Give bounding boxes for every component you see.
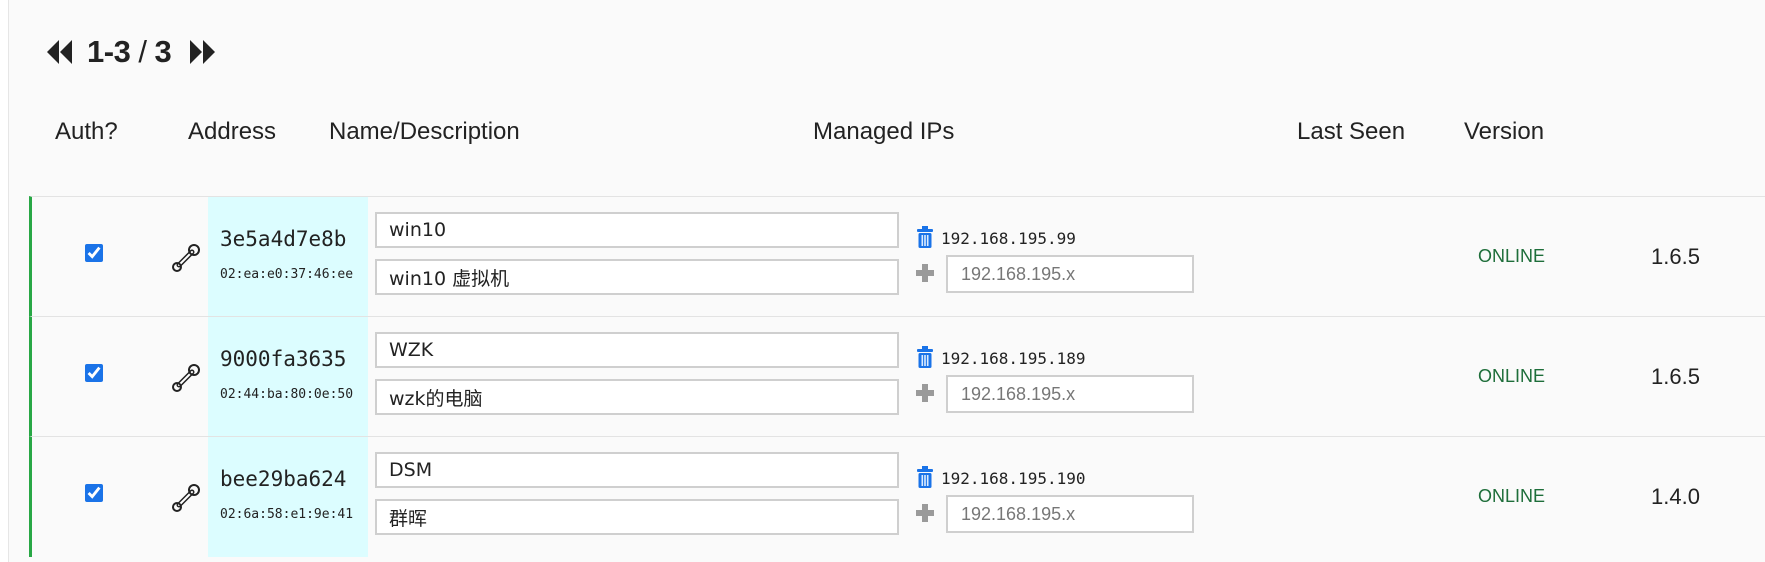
- auth-cell: [85, 484, 105, 504]
- page-total: 3: [154, 34, 172, 69]
- column-header-managed-ips[interactable]: Managed IPs: [813, 118, 954, 146]
- pagination: 1-3/3: [43, 30, 219, 74]
- page-range: 1-3: [87, 34, 131, 69]
- status-online: ONLINE: [1478, 486, 1546, 506]
- node-id: bee29ba624: [220, 467, 347, 491]
- member-name-input[interactable]: [375, 212, 899, 248]
- client-version: 1.6.5: [1651, 244, 1700, 269]
- member-description-input[interactable]: [375, 499, 899, 535]
- mac-address: 02:44:ba:80:0e:50: [220, 387, 354, 402]
- node-id: 3e5a4d7e8b: [220, 227, 347, 251]
- trash-icon[interactable]: [916, 226, 934, 248]
- column-header-address[interactable]: Address: [188, 118, 276, 146]
- table-row: bee29ba624 02:6a:58:e1:9e:41 192.168.195…: [29, 436, 1765, 557]
- double-chevron-left-icon[interactable]: [43, 36, 75, 68]
- address-cell: 9000fa3635 02:44:ba:80:0e:50: [208, 317, 368, 437]
- status-online: ONLINE: [1478, 366, 1546, 386]
- mac-address: 02:ea:e0:37:46:ee: [220, 267, 354, 282]
- auth-checkbox[interactable]: [85, 364, 103, 382]
- plus-icon[interactable]: [914, 502, 936, 524]
- managed-ip: 192.168.195.99: [941, 229, 1076, 248]
- managed-ip: 192.168.195.189: [941, 349, 1086, 368]
- wrench-icon[interactable]: [172, 362, 202, 392]
- column-header-version[interactable]: Version: [1464, 118, 1544, 146]
- member-description-input[interactable]: [375, 259, 899, 295]
- column-header-name[interactable]: Name/Description: [329, 118, 520, 146]
- member-name-input[interactable]: [375, 452, 899, 488]
- table-header: Auth? Address Name/Description Managed I…: [9, 118, 1765, 154]
- auth-checkbox[interactable]: [85, 244, 103, 262]
- client-version: 1.6.5: [1651, 364, 1700, 389]
- members-panel: 1-3/3 Auth? Address Name/Description Man…: [8, 0, 1765, 562]
- column-header-auth[interactable]: Auth?: [55, 118, 118, 146]
- add-ip-input[interactable]: [946, 255, 1194, 293]
- page-indicator: 1-3/3: [87, 34, 172, 70]
- member-name-input[interactable]: [375, 332, 899, 368]
- managed-ip: 192.168.195.190: [941, 469, 1086, 488]
- plus-icon[interactable]: [914, 382, 936, 404]
- trash-icon[interactable]: [916, 346, 934, 368]
- wrench-icon[interactable]: [172, 242, 202, 272]
- add-ip-input[interactable]: [946, 495, 1194, 533]
- trash-icon[interactable]: [916, 466, 934, 488]
- wrench-icon[interactable]: [172, 482, 202, 512]
- member-description-input[interactable]: [375, 379, 899, 415]
- double-chevron-right-icon[interactable]: [187, 36, 219, 68]
- node-id: 9000fa3635: [220, 347, 347, 371]
- auth-cell: [85, 244, 105, 264]
- column-header-last-seen[interactable]: Last Seen: [1297, 118, 1405, 146]
- table-row: 9000fa3635 02:44:ba:80:0e:50 192.168.195…: [29, 316, 1765, 437]
- page-separator: /: [138, 34, 147, 69]
- mac-address: 02:6a:58:e1:9e:41: [220, 507, 354, 522]
- client-version: 1.4.0: [1651, 484, 1700, 509]
- plus-icon[interactable]: [914, 262, 936, 284]
- status-online: ONLINE: [1478, 246, 1546, 266]
- auth-checkbox[interactable]: [85, 484, 103, 502]
- table-row: 3e5a4d7e8b 02:ea:e0:37:46:ee 192.168.195…: [29, 196, 1765, 317]
- auth-cell: [85, 364, 105, 384]
- address-cell: 3e5a4d7e8b 02:ea:e0:37:46:ee: [208, 197, 368, 317]
- add-ip-input[interactable]: [946, 375, 1194, 413]
- address-cell: bee29ba624 02:6a:58:e1:9e:41: [208, 437, 368, 557]
